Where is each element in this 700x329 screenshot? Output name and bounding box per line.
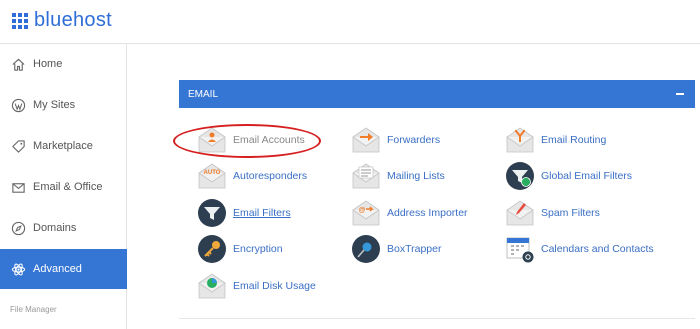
tool-label: Address Importer [387,207,468,219]
panel-title: EMAIL [188,88,219,100]
minus-icon[interactable] [674,88,686,100]
tool-label: Encryption [233,243,283,255]
sidebar: Home My Sites Marketplace Email & Office… [0,44,127,329]
encryption-icon [198,235,226,263]
tool-global-email-filters[interactable]: Global Email Filters [505,161,632,191]
spam-filters-icon [506,200,534,226]
tool-email-disk-usage[interactable]: Email Disk Usage [197,271,316,301]
tool-label: BoxTrapper [387,243,442,255]
atom-icon [11,263,26,275]
sidebar-item-label: Domains [33,222,77,234]
sidebar-item-label: Advanced [33,263,82,275]
sidebar-item-email-office[interactable]: Email & Office [0,167,127,207]
sidebar-item-label: Home [33,58,63,70]
sidebar-item-label: My Sites [33,99,76,111]
tool-label: Global Email Filters [541,170,633,182]
panel-divider [179,318,695,319]
sidebar-item-advanced[interactable]: Advanced [0,249,127,289]
email-disk-usage-icon [198,273,226,299]
tool-label: Email Disk Usage [233,280,316,292]
email-filters-icon [198,199,226,227]
tool-label: Spam Filters [541,207,600,219]
bluehost-logo[interactable]: bluehost [12,9,112,32]
tool-label: Email Filters [233,207,291,219]
home-icon [12,58,25,71]
sidebar-item-marketplace[interactable]: Marketplace [0,126,127,166]
tool-email-filters[interactable]: Email Filters [197,198,291,228]
tool-mailing-lists[interactable]: Mailing Lists [351,161,445,191]
compass-icon [11,221,26,235]
top-bar: bluehost [0,0,700,44]
sidebar-item-home[interactable]: Home [0,44,127,84]
tool-label: Autoresponders [233,170,308,182]
tool-email-routing[interactable]: Email Routing [505,125,606,155]
wordpress-icon [11,98,26,112]
sidebar-item-label: Email & Office [33,181,103,193]
address-importer-icon: @ [352,200,380,226]
tool-boxtrapper[interactable]: BoxTrapper [351,234,441,264]
tool-encryption[interactable]: Encryption [197,234,283,264]
global-email-filters-icon [506,162,534,190]
tool-forwarders[interactable]: Forwarders [351,125,440,155]
tool-calendars-contacts[interactable]: Calendars and Contacts [505,234,654,264]
tool-email-accounts[interactable]: Email Accounts [197,125,305,155]
forwarders-icon [352,127,380,153]
email-panel-header[interactable]: EMAIL [179,80,695,108]
sidebar-item-label: Marketplace [33,140,93,152]
envelope-icon [12,182,25,193]
tool-spam-filters[interactable]: Spam Filters [505,198,600,228]
tool-label: Forwarders [387,134,441,146]
tool-label: Email Routing [541,134,607,146]
auto-badge: AUTO [204,170,221,176]
tool-address-importer[interactable]: @ Address Importer [351,198,468,228]
tag-icon [12,139,25,153]
mailing-lists-icon [352,163,380,189]
at-badge: @ [359,207,366,214]
brand-name: bluehost [34,9,113,31]
boxtrapper-icon [352,235,380,263]
tool-label: Mailing Lists [387,170,445,182]
tool-label: Calendars and Contacts [541,243,654,255]
tool-autoresponders[interactable]: AUTO Autoresponders [197,161,307,191]
tool-label: Email Accounts [233,134,305,146]
autoresponders-icon: AUTO [198,163,226,189]
sidebar-item-domains[interactable]: Domains [0,208,127,248]
calendars-contacts-icon [506,237,534,263]
sidebar-file-manager-link[interactable]: File Manager [10,305,57,314]
sidebar-item-my-sites[interactable]: My Sites [0,85,127,125]
email-accounts-icon [198,127,226,153]
logo-grid-icon [12,12,28,29]
email-routing-icon [506,127,534,153]
